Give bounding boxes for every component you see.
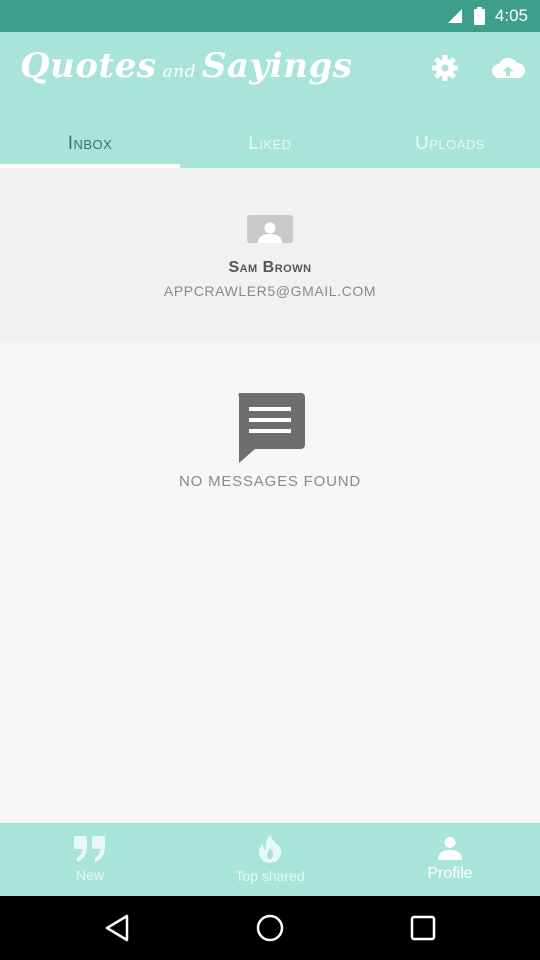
nav-profile-label: Profile bbox=[427, 865, 473, 882]
app-header: Quotes and Sayings Inbox Liked Uploads bbox=[0, 32, 540, 168]
flame-icon bbox=[258, 835, 282, 863]
nav-new[interactable]: New bbox=[0, 823, 180, 896]
avatar[interactable] bbox=[247, 215, 293, 243]
upload-button[interactable] bbox=[488, 52, 528, 84]
back-button[interactable] bbox=[87, 908, 147, 948]
back-triangle-icon bbox=[105, 914, 128, 942]
tab-inbox[interactable]: Inbox bbox=[0, 120, 180, 168]
user-placeholder-icon bbox=[258, 222, 282, 243]
app-title: Quotes and Sayings bbox=[20, 46, 352, 86]
empty-state-text: NO MESSAGES FOUND bbox=[179, 473, 361, 490]
app-title-part2: Sayings bbox=[201, 46, 353, 86]
settings-button[interactable] bbox=[425, 52, 465, 84]
status-icons: 4:05 bbox=[446, 6, 528, 26]
quote-icon bbox=[74, 836, 105, 862]
gear-icon bbox=[432, 55, 458, 81]
nav-top-shared[interactable]: Top shared bbox=[180, 823, 360, 896]
tab-bar: Inbox Liked Uploads bbox=[0, 120, 540, 168]
profile-card: Sam Brown APPCRAWLER5@GMAIL.COM bbox=[0, 168, 540, 343]
nav-new-label: New bbox=[75, 867, 104, 883]
profile-name: Sam Brown bbox=[228, 259, 312, 276]
app-title-connector: and bbox=[162, 62, 196, 82]
battery-icon bbox=[473, 7, 485, 25]
messages-empty-state: NO MESSAGES FOUND bbox=[0, 343, 540, 823]
tab-liked[interactable]: Liked bbox=[180, 120, 360, 168]
person-icon bbox=[438, 837, 462, 860]
bottom-nav: New Top shared Profile bbox=[0, 823, 540, 896]
status-bar: 4:05 bbox=[0, 0, 540, 32]
recents-square-icon bbox=[411, 915, 436, 941]
message-icon bbox=[238, 393, 305, 463]
app-title-part1: Quotes bbox=[20, 46, 157, 86]
status-time: 4:05 bbox=[494, 6, 528, 25]
home-button[interactable] bbox=[240, 908, 300, 948]
signal-icon bbox=[447, 9, 462, 23]
system-nav-bar bbox=[0, 896, 540, 960]
tab-uploads[interactable]: Uploads bbox=[360, 120, 540, 168]
nav-profile[interactable]: Profile bbox=[360, 823, 540, 896]
recents-button[interactable] bbox=[393, 908, 453, 948]
nav-top-shared-label: Top shared bbox=[235, 868, 305, 884]
cloud-upload-icon bbox=[492, 57, 525, 78]
home-circle-icon bbox=[256, 914, 284, 942]
profile-email: APPCRAWLER5@GMAIL.COM bbox=[163, 283, 377, 299]
